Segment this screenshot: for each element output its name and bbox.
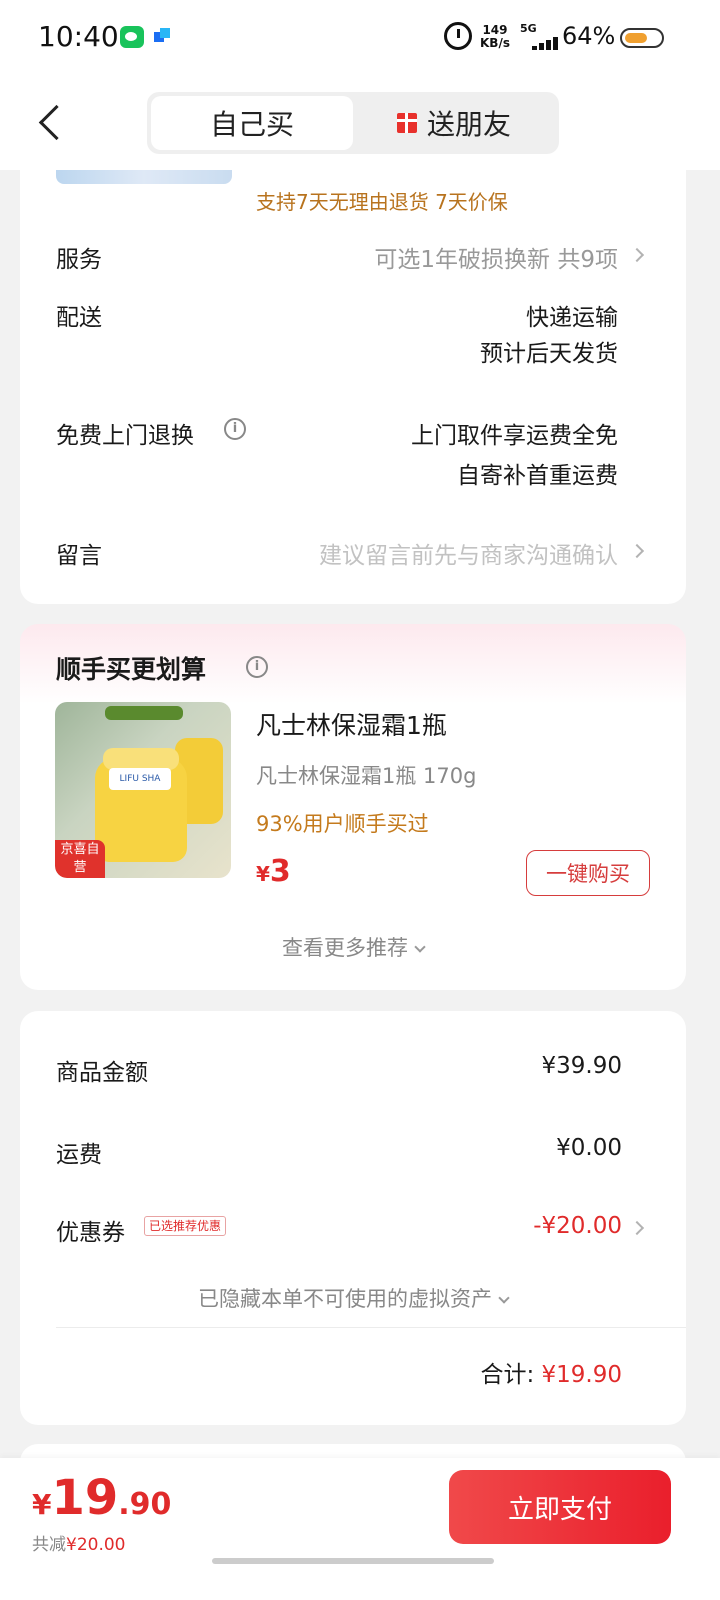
service-value: 可选1年破损换新 共9项 <box>374 247 618 273</box>
service-label: 服务 <box>56 247 102 273</box>
recommended-product-popularity: 93%用户顺手买过 <box>256 812 429 836</box>
status-time: 10:40 <box>38 20 119 53</box>
coupon-value: -¥20.00 <box>533 1213 622 1239</box>
self-operated-badge: 京喜自营 包邮 <box>55 840 105 878</box>
free-return-line2: 自寄补首重运费 <box>457 463 618 489</box>
free-return-label: 免费上门退换 <box>56 423 194 449</box>
price-integer: 19 <box>51 1470 119 1526</box>
status-bar: 10:40 149 KB/s 5G 64% <box>0 0 720 76</box>
page-header: 自己买 送朋友 <box>0 76 720 170</box>
recommendation-title-text: 顺手买更划算 <box>56 655 207 684</box>
delivery-label: 配送 <box>56 305 102 331</box>
hidden-assets-toggle[interactable]: 已隐藏本单不可使用的虚拟资产 <box>20 1283 686 1313</box>
order-total: 合计: ¥19.90 <box>480 1355 622 1389</box>
info-icon[interactable]: i <box>246 656 268 678</box>
chevron-right-icon <box>629 543 645 559</box>
back-icon[interactable] <box>30 100 70 150</box>
alarm-icon <box>444 22 472 50</box>
currency-symbol: ¥ <box>32 1488 52 1521</box>
info-icon[interactable]: i <box>224 418 246 440</box>
goods-amount-label: 商品金额 <box>56 1060 148 1086</box>
chevron-right-icon <box>629 1220 645 1236</box>
purchase-mode-switch: 自己买 送朋友 <box>147 92 559 154</box>
badge-line1: 京喜自营 <box>60 842 100 875</box>
message-placeholder: 建议留言前先与商家沟通确认 <box>319 543 618 569</box>
shipping-label: 运费 <box>56 1142 102 1168</box>
jar-label: LIFU SHA <box>109 768 171 790</box>
price-summary-card: 商品金额 ¥39.90 运费 ¥0.00 优惠券 已选推荐优惠 -¥20.00 … <box>20 1011 686 1425</box>
coupon-recommended-tag: 已选推荐优惠 <box>144 1216 227 1236</box>
battery-percent: 64% <box>562 22 616 50</box>
product-image <box>56 170 232 184</box>
wechat-icon <box>120 26 144 48</box>
pay-now-button[interactable]: 立即支付 <box>449 1470 671 1544</box>
discount-label: 共减 <box>32 1535 66 1555</box>
network-speed: 149 KB/s <box>480 24 510 50</box>
tab-send-to-friend[interactable]: 送朋友 <box>353 96 555 150</box>
hidden-assets-label: 已隐藏本单不可使用的虚拟资产 <box>198 1287 492 1311</box>
tab-buy-for-self[interactable]: 自己买 <box>151 96 353 150</box>
tab-label: 送朋友 <box>426 108 511 141</box>
chevron-down-icon <box>498 1292 510 1304</box>
battery-icon <box>620 28 664 48</box>
chevron-right-icon <box>629 247 645 263</box>
tab-label: 自己买 <box>209 108 294 141</box>
recommendation-title: 顺手买更划算 <box>56 650 206 686</box>
delivery-method: 快递运输 <box>526 305 618 331</box>
order-info-card: 支持7天无理由退货 7天价保 服务 可选1年破损换新 共9项 配送 快递运输 预… <box>20 170 686 604</box>
message-label: 留言 <box>56 543 102 569</box>
delivery-eta: 预计后天发货 <box>480 341 618 367</box>
more-recommendations-link[interactable]: 查看更多推荐 <box>20 932 686 962</box>
app-notification-icon <box>154 28 172 44</box>
coupon-label: 优惠券 <box>56 1220 125 1246</box>
total-value: ¥19.90 <box>541 1362 622 1388</box>
currency-symbol: ¥ <box>256 862 270 886</box>
badge-line2: 包邮 <box>55 877 105 878</box>
free-return-line1: 上门取件享运费全免 <box>411 423 618 449</box>
discount-value: ¥20.00 <box>66 1535 126 1555</box>
recommended-product-image[interactable]: LIFU SHA 京喜自营 包邮 <box>55 702 231 878</box>
signal-icon <box>520 36 558 50</box>
one-click-buy-button[interactable]: 一键购买 <box>526 850 650 896</box>
recommendation-card: 顺手买更划算 i LIFU SHA 京喜自营 包邮 凡士林保湿霜1瓶 凡士林保湿… <box>20 624 686 990</box>
recommended-product-spec: 凡士林保湿霜1瓶 170g <box>256 764 477 788</box>
shipping-value: ¥0.00 <box>556 1135 622 1161</box>
goods-amount-value: ¥39.90 <box>541 1053 622 1079</box>
return-policy-note: 支持7天无理由退货 7天价保 <box>256 190 508 214</box>
divider <box>56 1327 686 1328</box>
total-discount: 共减¥20.00 <box>32 1530 125 1555</box>
price-value: 3 <box>269 854 291 889</box>
price-decimal: .90 <box>118 1487 172 1522</box>
recommended-product-name[interactable]: 凡士林保湿霜1瓶 <box>256 706 447 742</box>
payable-amount: ¥19.90 <box>32 1470 171 1526</box>
image-banner <box>105 706 183 720</box>
speed-unit: KB/s <box>480 36 510 50</box>
total-label: 合计: <box>480 1362 535 1388</box>
checkout-bar: ¥19.90 共减¥20.00 立即支付 <box>0 1458 720 1600</box>
recommended-product-price: ¥3 <box>256 854 291 889</box>
gift-icon <box>396 113 417 133</box>
chevron-down-icon <box>414 941 426 953</box>
more-recommendations-label: 查看更多推荐 <box>282 936 408 960</box>
network-type: 5G <box>520 22 537 35</box>
home-indicator[interactable] <box>212 1558 494 1564</box>
